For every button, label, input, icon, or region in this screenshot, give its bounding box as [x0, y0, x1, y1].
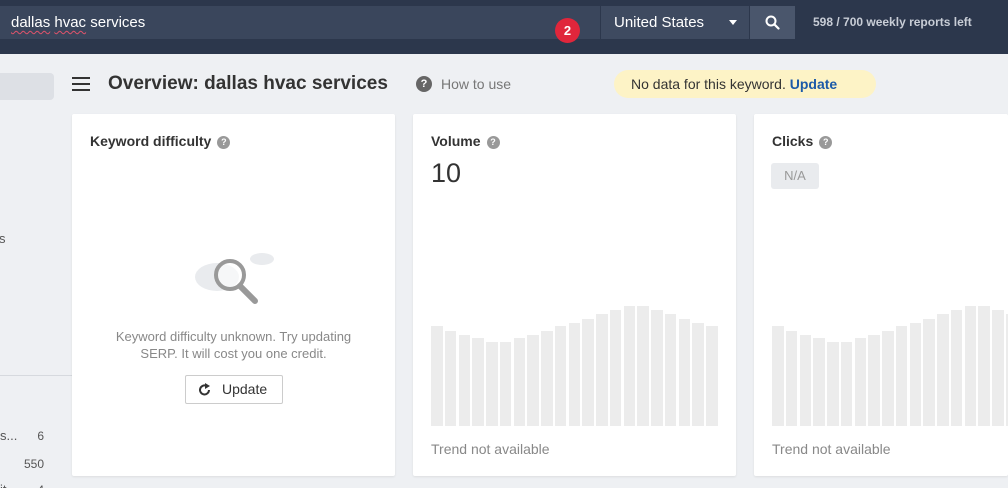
no-data-notice-text: No data for this keyword.: [631, 76, 786, 92]
trend-bar: [527, 334, 539, 426]
card-title: Volume?: [431, 133, 500, 149]
notice-update-link[interactable]: Update: [790, 76, 837, 92]
trend-bar: [664, 314, 677, 426]
sidebar: s s... 6 550 it 4: [0, 54, 72, 488]
query-word: services: [90, 14, 146, 31]
trend-bar: [895, 326, 908, 426]
trend-bar: [678, 319, 690, 426]
card-title-text: Clicks: [772, 133, 814, 149]
trend-bar: [554, 326, 567, 426]
trend-bar: [458, 334, 470, 426]
trend-bar: [472, 338, 484, 426]
search-input[interactable]: dallas hvac services: [0, 6, 600, 39]
reports-left-counter: 598 / 700 weekly reports left: [813, 15, 972, 29]
query-word: hvac: [54, 14, 87, 31]
trend-bar: [706, 326, 718, 426]
notification-badge[interactable]: 2: [555, 18, 580, 43]
trend-bar: [868, 334, 880, 426]
trend-bar: [444, 331, 457, 426]
help-icon[interactable]: ?: [416, 76, 432, 92]
trend-bar: [813, 338, 825, 426]
trend-bar: [582, 319, 594, 426]
clicks-card: Clicks? N/A Trend not available: [754, 114, 1008, 476]
kd-unknown-message: Keyword difficulty unknown. Try updating…: [115, 329, 352, 361]
trend-bar: [692, 322, 704, 426]
trend-bar: [950, 309, 963, 426]
trend-bar: [827, 342, 839, 426]
clicks-trend-bars: [772, 306, 1008, 426]
update-button[interactable]: Update: [185, 375, 283, 404]
trend-bar: [937, 314, 949, 426]
sidebar-item-fragment[interactable]: s: [0, 231, 6, 246]
trend-bar: [568, 322, 580, 426]
trend-bar: [882, 331, 894, 426]
help-icon[interactable]: ?: [819, 136, 833, 149]
help-icon[interactable]: ?: [217, 136, 231, 149]
query-word: dallas: [11, 14, 51, 31]
card-title-text: Keyword difficulty: [90, 133, 212, 149]
trend-bar: [609, 309, 622, 426]
sidebar-item-count: 6: [37, 429, 44, 443]
trend-bar: [909, 322, 921, 426]
volume-trend-bars: [431, 306, 721, 426]
trend-bar: [637, 306, 649, 426]
trend-bar: [596, 314, 608, 426]
how-to-use-link[interactable]: How to use: [441, 76, 511, 92]
card-title-text: Volume: [431, 133, 481, 149]
country-select[interactable]: United States: [600, 6, 749, 39]
trend-bar: [840, 342, 853, 426]
trend-bar: [651, 309, 663, 426]
trend-unavailable-note: Trend not available: [431, 441, 550, 457]
sidebar-item-count: 550: [23, 457, 44, 471]
trend-bar: [486, 342, 498, 426]
trend-bar: [431, 326, 443, 426]
country-select-value: United States: [614, 14, 705, 31]
no-data-notice: No data for this keyword. Update: [614, 70, 876, 98]
trend-bar: [785, 331, 798, 426]
magnifier-cloud-icon: [195, 253, 274, 304]
trend-bar: [923, 319, 935, 426]
help-icon[interactable]: ?: [486, 136, 500, 149]
update-button-label: Update: [222, 381, 268, 397]
trend-bar: [992, 309, 1004, 426]
page-title: Overview: dallas hvac services: [108, 73, 388, 94]
keyword-difficulty-card: Keyword difficulty? Keyword difficulty u…: [72, 114, 395, 476]
hamburger-menu-icon[interactable]: [72, 77, 90, 95]
search-icon: [765, 15, 780, 30]
trend-bar: [541, 331, 553, 426]
card-title: Keyword difficulty?: [90, 133, 231, 149]
sidebar-active-item[interactable]: [0, 73, 54, 100]
chevron-down-icon: [729, 20, 737, 25]
trend-bar: [799, 334, 811, 426]
trend-bar: [978, 306, 990, 426]
clicks-value: N/A: [771, 163, 819, 189]
card-title: Clicks?: [772, 133, 833, 149]
volume-card: Volume? 10 Trend not available: [413, 114, 736, 476]
trend-bar: [772, 326, 784, 426]
search-button[interactable]: [750, 6, 795, 39]
top-bar: dallas hvac services 2 United States 598…: [0, 0, 1008, 54]
trend-bar: [964, 306, 976, 426]
sidebar-divider: [0, 375, 72, 376]
volume-value: 10: [431, 158, 462, 188]
trend-bar: [854, 338, 866, 426]
trend-bar: [513, 338, 525, 426]
sidebar-item-count: 4: [0, 483, 44, 488]
trend-unavailable-note: Trend not available: [772, 441, 891, 457]
trend-bar: [499, 342, 512, 426]
trend-bar: [623, 306, 635, 426]
refresh-icon: [199, 383, 210, 396]
